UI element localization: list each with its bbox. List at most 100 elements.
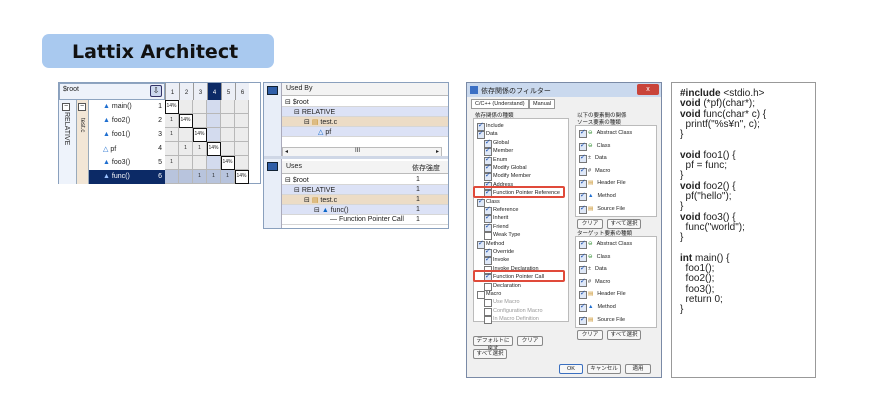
kind-checkbox[interactable]: ✓ ⊖ Class [579,253,610,262]
dsm-cell[interactable] [179,100,193,114]
dsm-cell[interactable] [235,100,249,114]
filter-checkbox[interactable]: ✓ Friend [484,223,509,232]
dsm-row[interactable]: ▲ main() 1 [89,100,165,114]
tree-row[interactable]: ⊟ RELATIVE [282,107,448,117]
dsm-cell[interactable]: 1 [179,142,193,156]
dsm-cell[interactable]: 14% [193,128,207,142]
tree-row[interactable]: ⊟ ▤ test.c 1 [282,195,448,205]
dsm-cell[interactable]: 1 [165,156,179,170]
target-clear-button[interactable]: クリア [577,330,603,340]
dsm-cell[interactable]: 14% [165,100,179,114]
dsm-cell[interactable]: 1 [165,114,179,128]
filter-checkbox[interactable]: ✓ Include [477,122,504,131]
select-all-button[interactable]: すべて選択 [473,349,507,359]
filter-checkbox[interactable]: Declaration [484,282,521,291]
kind-checkbox[interactable]: ✓ ▤ Source File [579,205,625,214]
filter-checkbox[interactable]: ✓ Member [484,147,513,157]
tree-row[interactable]: ⊟ $root 1 [282,175,448,185]
dsm-column-header[interactable]: 1 [165,83,179,100]
dsm-row[interactable]: ▲ foo2() 2 [89,114,165,128]
splitter[interactable] [264,156,448,159]
scroll-left-icon[interactable]: ◂ [285,148,288,155]
filter-checkbox[interactable]: ✓ Modify Global [484,164,527,173]
kind-checkbox[interactable]: ✓ ▤ Source File [579,316,625,325]
filter-checkbox[interactable]: In Macro Definition [484,316,539,325]
dsm-cell[interactable]: 1 [221,170,235,184]
restore-defaults-button[interactable]: デフォルトに戻す [473,336,513,352]
source-clear-button[interactable]: クリア [577,219,603,229]
tree-row[interactable]: ⊟ ▤ test.c [282,117,448,127]
dsm-cell[interactable] [221,114,235,128]
kind-checkbox[interactable]: ✓ ▤ Header File [579,290,626,300]
dsm-cell[interactable]: 1 [207,170,221,184]
used-by-icon[interactable] [267,86,278,95]
filter-checkbox[interactable]: ✓ Reference [484,206,518,215]
source-select-all-button[interactable]: すべて選択 [607,219,641,229]
kind-checkbox[interactable]: ✓ ▲ Method [579,303,616,312]
uses-icon[interactable] [267,162,278,171]
clear-button[interactable]: クリア [517,336,543,346]
dsm-cell[interactable] [193,114,207,128]
tree-row[interactable]: ⊟ $root [282,97,448,107]
filter-checkbox[interactable]: ✓ Enum [484,156,507,165]
dsm-cell[interactable]: 14% [207,142,221,156]
dsm-cell[interactable] [165,142,179,156]
filter-checkbox[interactable]: Use Macro [484,299,520,308]
dsm-row[interactable]: ▲ func() 6 [89,170,165,184]
dsm-column-header[interactable]: 2 [179,83,193,100]
filter-checkbox[interactable]: Configuration Macro [484,307,543,316]
expand-icon[interactable]: ⇩ [150,85,162,97]
tree-row[interactable]: ⊟ RELATIVE 1 [282,185,448,195]
kind-checkbox[interactable]: ✓ ⊖ Abstract Class [579,240,632,249]
kind-checkbox[interactable]: ✓ # Macro [579,278,610,287]
dsm-cell[interactable] [221,100,235,114]
dsm-cell[interactable] [221,142,235,156]
filter-checkbox[interactable]: ✓ Data [477,130,498,140]
tree-row[interactable]: ⊟ ▲ func() 1 [282,205,448,215]
dsm-cell[interactable] [165,170,179,184]
tab-understand[interactable]: C/C++ (Understand) [471,99,529,109]
kind-checkbox[interactable]: ✓ ▤ Header File [579,179,626,189]
collapse-icon[interactable]: − [62,103,70,111]
dsm-cell[interactable] [207,100,221,114]
dsm-cell[interactable]: 1 [165,128,179,142]
dsm-row[interactable]: △ pf 4 [89,142,165,156]
dsm-cell[interactable]: 14% [235,170,249,184]
kind-checkbox[interactable]: ✓ ▲ Method [579,192,616,201]
kind-checkbox[interactable]: ✓ ⊖ Abstract Class [579,129,632,138]
dsm-cell[interactable] [235,156,249,170]
dsm-cell[interactable] [179,170,193,184]
dsm-cell[interactable] [193,100,207,114]
filter-checkbox[interactable]: ✓ Modify Member [484,172,531,182]
dsm-cell[interactable] [221,128,235,142]
cancel-button[interactable]: キャンセル [587,364,621,374]
filter-checkbox[interactable]: ✓ Override [484,248,514,257]
filter-checkbox[interactable]: ✓ Inherit [484,214,508,224]
dsm-cell[interactable]: 14% [221,156,235,170]
ok-button[interactable]: OK [559,364,583,374]
filter-checkbox[interactable]: ✓ Invoke [484,256,509,266]
tree-row[interactable]: △ pf [282,127,448,137]
dsm-cell[interactable] [179,156,193,170]
collapse-icon[interactable]: − [78,103,86,111]
dsm-cell[interactable] [207,128,221,142]
dsm-cell[interactable] [207,156,221,170]
filter-checkbox[interactable]: ✓ Class [477,198,500,207]
dsm-column-header[interactable]: 3 [193,83,207,100]
dsm-cell[interactable] [207,114,221,128]
dsm-column-header[interactable]: 4 [207,83,221,100]
dsm-cell[interactable] [235,128,249,142]
close-button[interactable]: x [637,84,659,95]
kind-checkbox[interactable]: ✓ ⊖ Class [579,142,610,151]
dsm-cell[interactable]: 1 [193,170,207,184]
tab-manual[interactable]: Manual [529,99,556,109]
kind-checkbox[interactable]: ✓ # Macro [579,167,610,176]
dsm-cell[interactable] [235,114,249,128]
apply-button[interactable]: 適用 [625,364,651,374]
dsm-column-header[interactable]: 6 [235,83,249,100]
kind-checkbox[interactable]: ✓ ± Data [579,265,607,275]
dsm-row[interactable]: ▲ foo1() 3 [89,128,165,142]
dsm-column-header[interactable]: 5 [221,83,235,100]
dsm-cell[interactable]: 1 [193,142,207,156]
dsm-row[interactable]: ▲ foo3() 5 [89,156,165,170]
